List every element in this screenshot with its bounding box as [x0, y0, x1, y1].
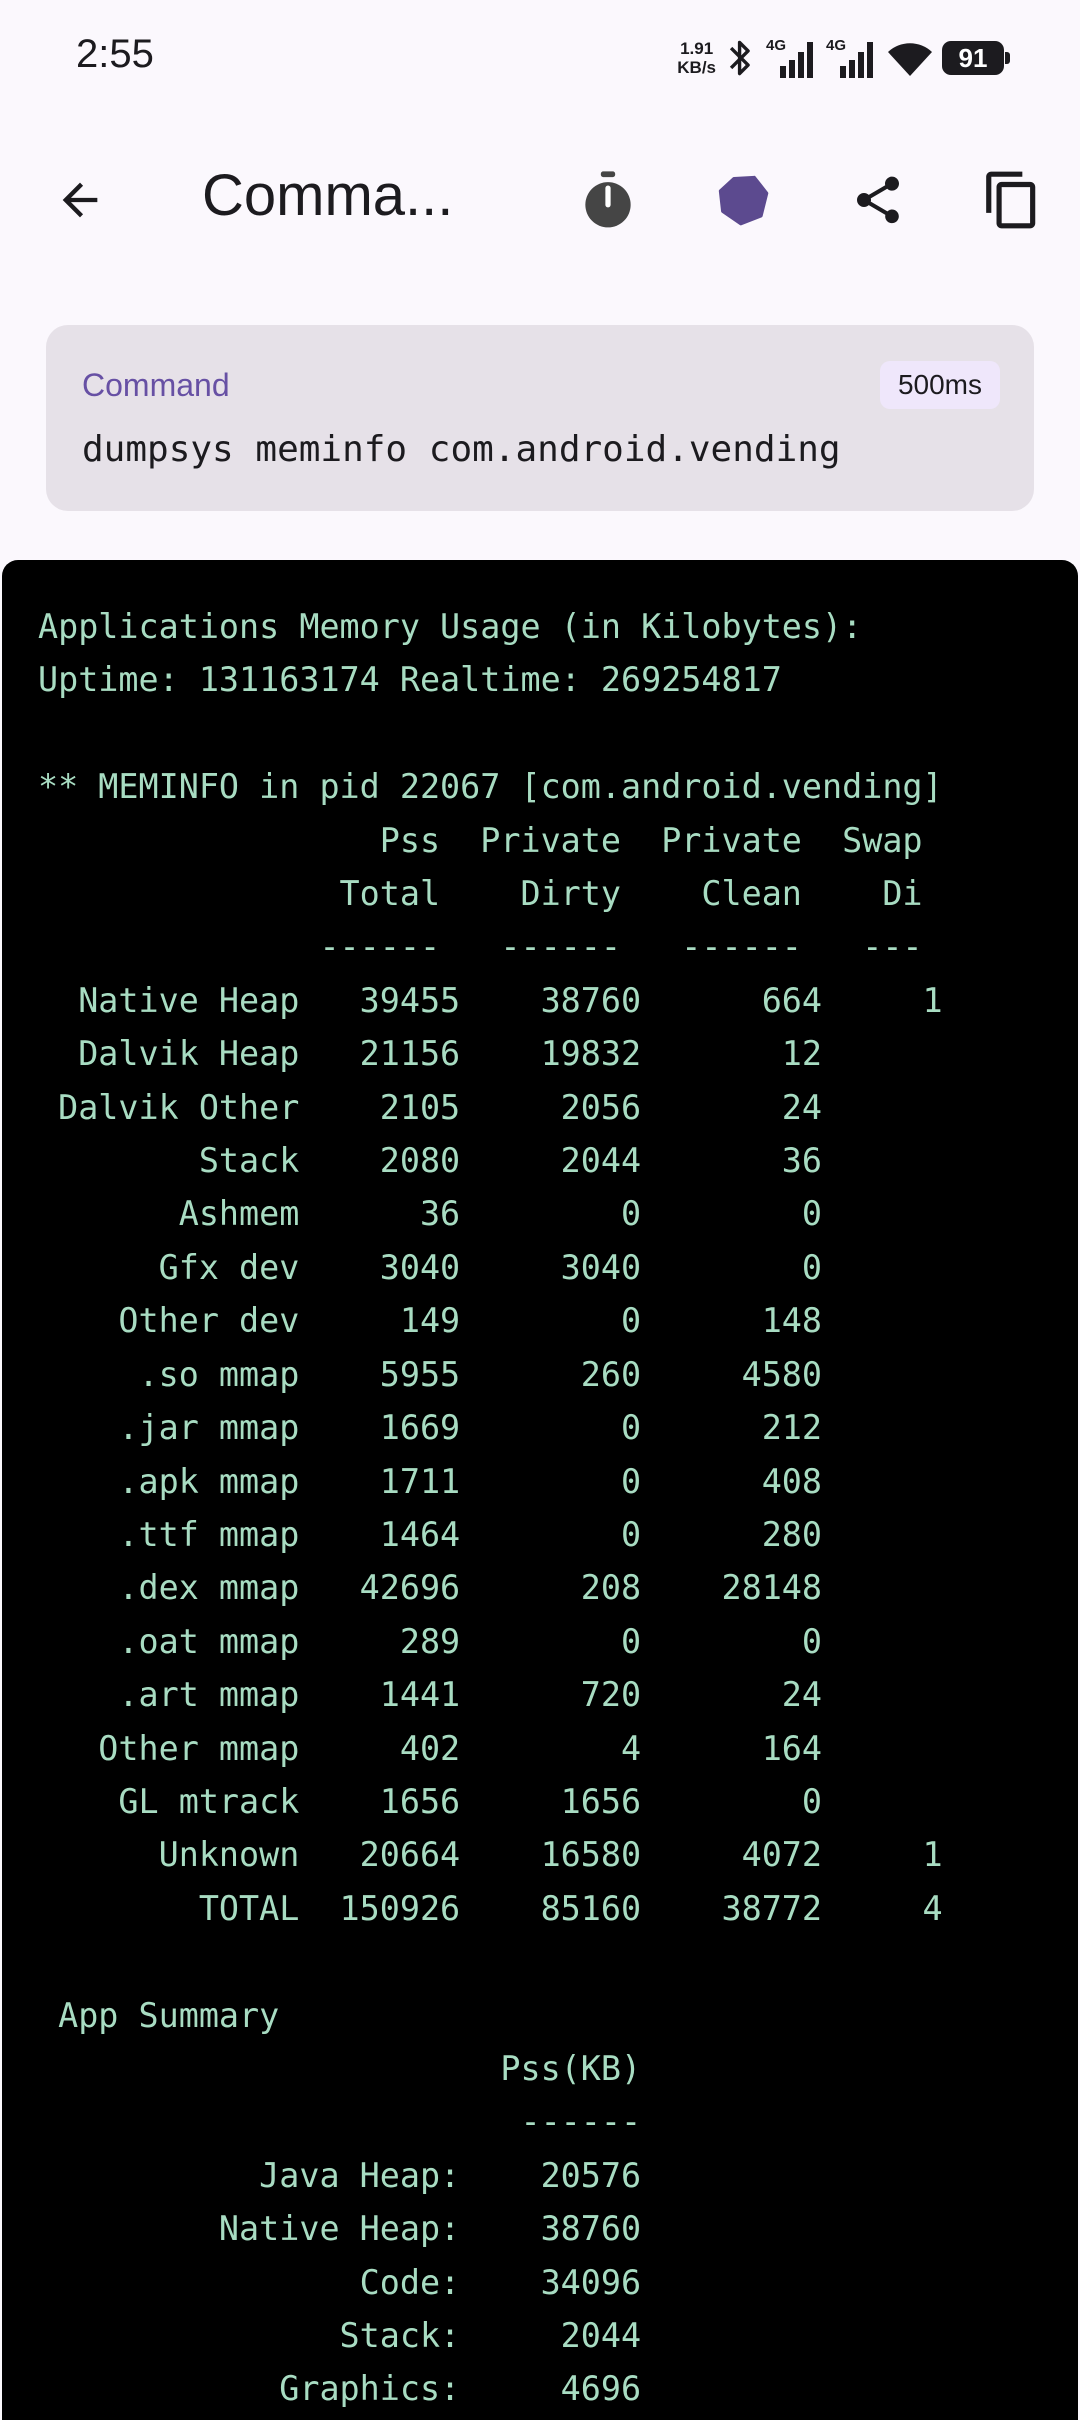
- output-line: .dex mmap 42696 208 28148: [38, 1568, 823, 1608]
- wifi-icon: [888, 43, 932, 76]
- output-line: .oat mmap 289 0 0: [38, 1621, 823, 1661]
- command-label: Command: [82, 367, 230, 403]
- timer-button[interactable]: [568, 160, 648, 240]
- output-line: Dalvik Heap 21156 19832 12: [38, 1034, 823, 1074]
- output-line: ** MEMINFO in pid 22067 [com.android.ven…: [38, 767, 943, 807]
- output-line: Code: 34096: [38, 2262, 642, 2302]
- output-line: ------ ------ ------ ---: [38, 927, 923, 967]
- arrow-back-icon: [62, 182, 98, 218]
- copy-button[interactable]: [972, 160, 1052, 240]
- duration-badge: 500ms: [879, 361, 1000, 409]
- battery-indicator: 91: [942, 41, 1010, 75]
- back-button[interactable]: [40, 160, 120, 240]
- bluetooth-icon: [729, 40, 750, 76]
- output-line: Uptime: 131163174 Realtime: 269254817: [38, 660, 782, 700]
- output-line: Graphics: 4696: [38, 2369, 642, 2409]
- timer-icon: [585, 171, 631, 228]
- network-speed-unit: KB/s: [677, 58, 716, 77]
- output-line: Stack 2080 2044 36: [38, 1141, 823, 1181]
- output-line: Dalvik Other 2105 2056 24: [38, 1087, 823, 1127]
- battery-level: 91: [958, 42, 988, 73]
- network-speed-value: 1.91: [680, 39, 714, 58]
- copy-icon: [986, 171, 1036, 229]
- output-line: Other mmap 402 4 164: [38, 1728, 823, 1768]
- share-button[interactable]: [838, 160, 918, 240]
- theme-blob-icon: [718, 175, 769, 226]
- output-line: GL mtrack 1656 1656 0: [38, 1781, 823, 1821]
- status-bar: 2:55 1.91 KB/s 4G 4G 91: [0, 0, 1080, 120]
- output-line: Java Heap: 20576: [38, 2155, 642, 2195]
- terminal-output: Applications Memory Usage (in Kilobytes)…: [38, 600, 943, 2416]
- output-line: Other dev 149 0 148: [38, 1301, 823, 1341]
- output-line: Pss(KB): [38, 2048, 642, 2088]
- network-speed: 1.91 KB/s: [677, 39, 716, 77]
- output-line: .apk mmap 1711 0 408: [38, 1461, 823, 1501]
- command-card: Command 500ms dumpsys meminfo com.androi…: [46, 325, 1034, 511]
- output-line: Stack: 2044: [38, 2316, 642, 2355]
- output-line: Native Heap: 38760: [38, 2209, 642, 2249]
- output-line: TOTAL 150926 85160 38772 4: [38, 1888, 943, 1928]
- output-line: .jar mmap 1669 0 212: [38, 1408, 823, 1448]
- output-line: ------: [38, 2102, 642, 2142]
- network-type-label: 4G: [766, 37, 786, 54]
- output-line: Gfx dev 3040 3040 0: [38, 1247, 823, 1287]
- output-line: Ashmem 36 0 0: [38, 1194, 823, 1234]
- output-line: .ttf mmap 1464 0 280: [38, 1514, 823, 1554]
- output-line: .so mmap 5955 260 4580: [38, 1354, 823, 1394]
- output-line: App Summary: [38, 1995, 280, 2035]
- cellular-signal-icon: 4G: [766, 37, 813, 78]
- output-line: Applications Memory Usage (in Kilobytes)…: [38, 607, 863, 646]
- terminal-output-panel[interactable]: Applications Memory Usage (in Kilobytes)…: [2, 560, 1078, 2420]
- top-app-bar: Comma...: [0, 140, 1080, 260]
- output-line: Unknown 20664 16580 4072 1: [38, 1835, 943, 1875]
- status-time: 2:55: [76, 32, 154, 76]
- output-line: Pss Private Private Swap: [38, 820, 923, 860]
- theme-button[interactable]: [703, 160, 783, 240]
- cellular-signal-icon-2: 4G: [826, 37, 873, 78]
- command-text: dumpsys meminfo com.android.vending: [82, 429, 841, 470]
- network-type-label-2: 4G: [826, 37, 846, 54]
- output-line: .art mmap 1441 720 24: [38, 1675, 823, 1715]
- output-line: Native Heap 39455 38760 664 1: [38, 980, 943, 1020]
- output-line: Total Dirty Clean Di: [38, 874, 923, 914]
- page-title: Comma...: [202, 163, 454, 228]
- status-icons: 1.91 KB/s 4G 4G 91: [677, 34, 1010, 82]
- share-icon: [857, 176, 899, 224]
